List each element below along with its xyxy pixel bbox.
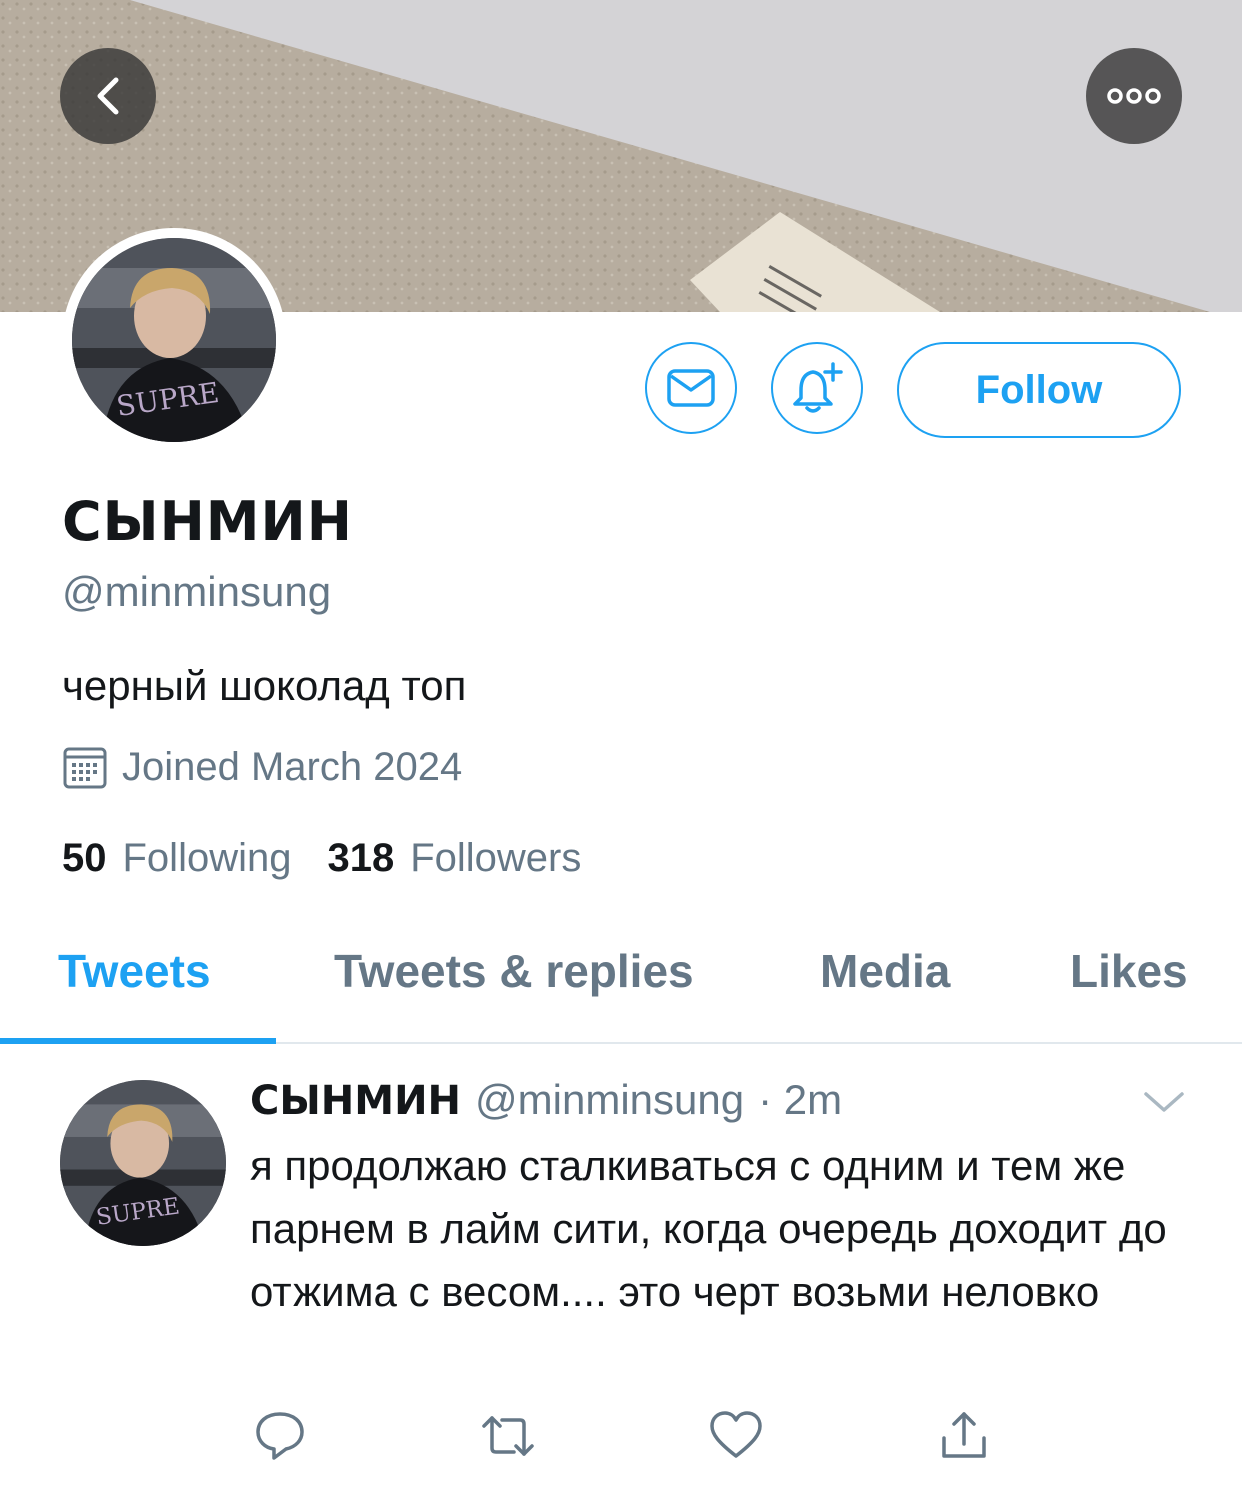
follow-button[interactable]: Follow (897, 342, 1181, 438)
tweet-avatar[interactable]: SUPRE (60, 1080, 226, 1246)
calendar-icon (63, 747, 107, 789)
message-button[interactable] (645, 342, 737, 434)
tab-likes[interactable]: Likes (1070, 944, 1188, 998)
profile-display-name: СЫНМИН (62, 490, 353, 553)
following-count: 50 (62, 836, 107, 880)
following-stat[interactable]: 50 Following (62, 836, 291, 881)
mail-icon (667, 369, 715, 407)
following-label: Following (122, 836, 292, 880)
chevron-left-icon (97, 77, 119, 115)
tweet-timestamp: · 2m (758, 1076, 843, 1123)
followers-stat[interactable]: 318 Followers (327, 836, 581, 881)
notifications-button[interactable] (771, 342, 863, 434)
profile-avatar[interactable]: SUPRE (62, 228, 286, 452)
followers-count: 318 (327, 836, 395, 880)
joined-label: Joined March 2024 (122, 744, 463, 789)
tab-tweets-replies[interactable]: Tweets & replies (334, 944, 694, 998)
profile-stats: 50 Following 318 Followers (62, 836, 581, 881)
ellipsis-icon (1107, 88, 1161, 104)
tab-tweets[interactable]: Tweets (58, 944, 211, 998)
followers-label: Followers (410, 836, 582, 880)
like-heart-icon[interactable] (708, 1408, 764, 1464)
active-tab-indicator (0, 1038, 276, 1044)
more-options-button[interactable] (1086, 48, 1182, 144)
tweet-author-handle[interactable]: @minminsung (475, 1076, 744, 1124)
tweet-author-name[interactable]: СЫНМИН (250, 1078, 461, 1124)
chevron-down-icon[interactable] (1140, 1086, 1188, 1118)
tweet-avatar-image: SUPRE (60, 1080, 226, 1246)
tweet-text: я продолжаю сталкиваться с одним и тем ж… (250, 1142, 1167, 1315)
bell-plus-icon (793, 362, 843, 413)
reply-icon[interactable] (252, 1408, 308, 1464)
retweet-icon[interactable] (480, 1408, 536, 1464)
share-icon[interactable] (936, 1408, 992, 1464)
profile-bio: черный шоколад топ (62, 662, 467, 709)
profile-tabs: Tweets Tweets & replies Media Likes (0, 930, 1242, 1044)
avatar-image: SUPRE (72, 238, 276, 442)
tab-media[interactable]: Media (820, 944, 950, 998)
tweet-header: СЫНМИН @minminsung · 2m (250, 1076, 842, 1124)
back-button[interactable] (60, 48, 156, 144)
profile-handle: @minminsung (62, 568, 332, 615)
joined-date: Joined March 2024 (62, 744, 462, 790)
